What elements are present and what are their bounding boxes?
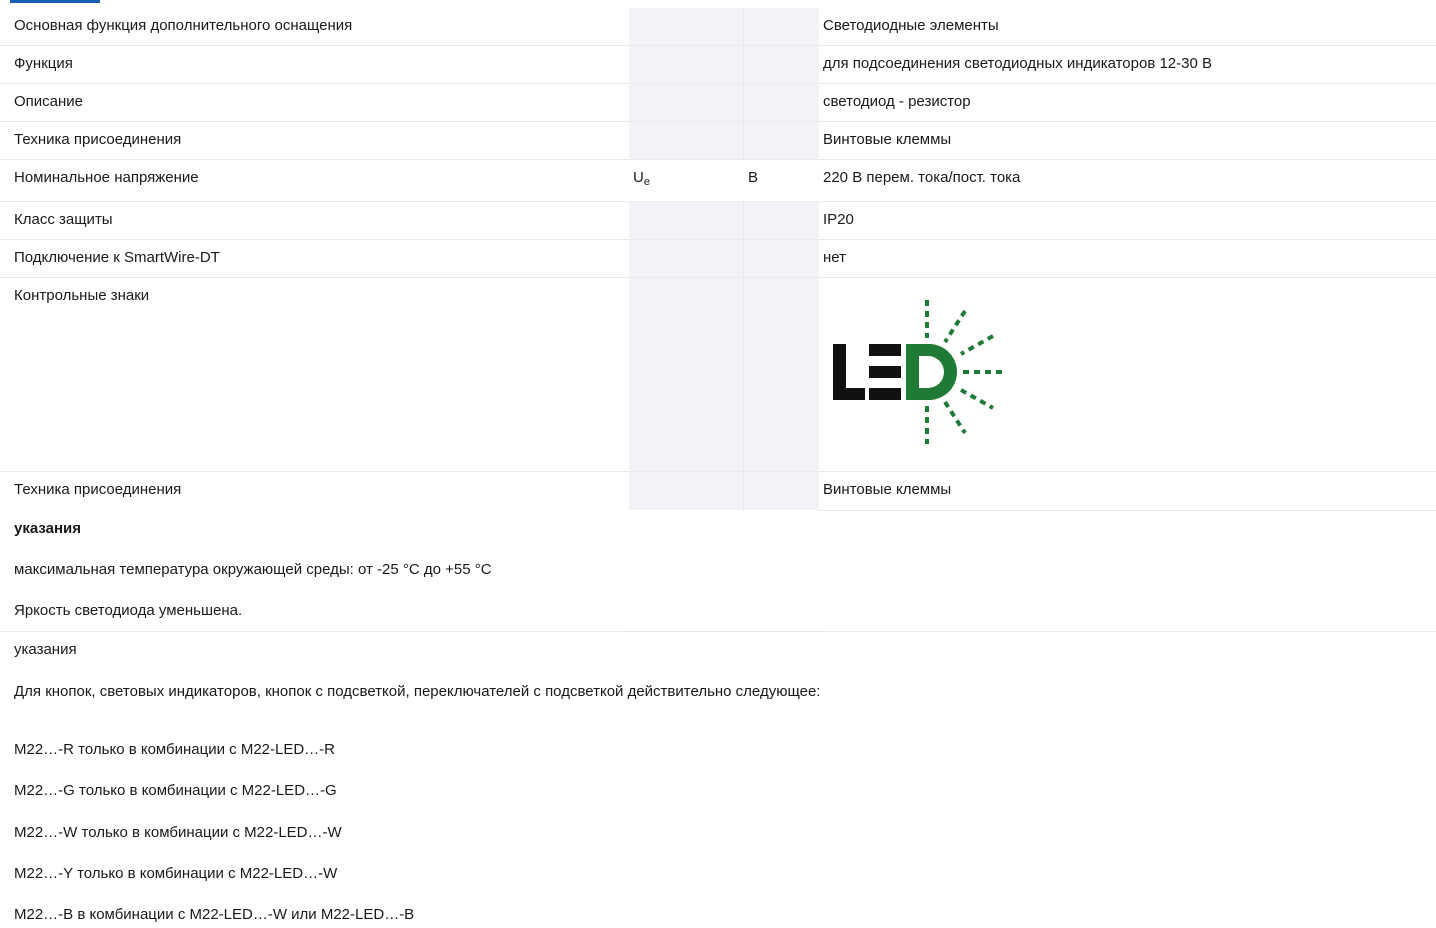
row-label: Номинальное напряжение bbox=[14, 169, 199, 186]
row-value: Светодиодные элементы bbox=[823, 17, 999, 34]
row-label: Класс защиты bbox=[14, 211, 113, 228]
spec-table: Основная функция дополнительного оснащен… bbox=[0, 8, 1436, 510]
row-label: Техника присоединения bbox=[14, 481, 182, 498]
table-row: Подключение к SmartWire-DT нет bbox=[0, 240, 1436, 278]
top-accent-bar bbox=[10, 0, 100, 3]
note-line: M22…-W только в комбинации с M22-LED…-W bbox=[14, 824, 342, 841]
row-symbol: Ue bbox=[633, 169, 650, 188]
row-value: Винтовые клеммы bbox=[823, 481, 952, 498]
note-line: Яркость светодиода уменьшена. bbox=[14, 602, 243, 619]
table-row: Класс защиты IP20 bbox=[0, 202, 1436, 240]
row-value: Винтовые клеммы bbox=[823, 131, 952, 148]
notes-title: указания bbox=[14, 641, 77, 658]
row-label: Функция bbox=[14, 55, 73, 72]
row-value: для подсоединения светодиодных индикатор… bbox=[823, 55, 1213, 72]
table-row: Техника присоединения Винтовые клеммы bbox=[0, 472, 1436, 510]
table-row: Техника присоединения Винтовые клеммы bbox=[0, 122, 1436, 160]
row-value: 220 В перем. тока/пост. тока bbox=[823, 169, 1021, 186]
table-row: Номинальное напряжение Ue В 220 В перем.… bbox=[0, 160, 1436, 202]
note-intro: Для кнопок, световых индикаторов, кнопок… bbox=[14, 683, 821, 700]
row-label: Контрольные знаки bbox=[14, 287, 150, 304]
row-unit: В bbox=[748, 169, 759, 186]
divider bbox=[0, 631, 629, 632]
note-line: максимальная температура окружающей сред… bbox=[14, 561, 492, 578]
note-line: M22…-R только в комбинации с M22-LED…-R bbox=[14, 741, 336, 758]
table-row: Основная функция дополнительного оснащен… bbox=[0, 8, 1436, 46]
note-line: M22…-B в комбинации с M22-LED…-W или M22… bbox=[14, 906, 415, 923]
divider bbox=[629, 631, 819, 632]
row-label: Описание bbox=[14, 93, 84, 110]
divider bbox=[819, 631, 1436, 632]
table-row: Описание светодиод - резистор bbox=[0, 84, 1436, 122]
note-line: M22…-G только в комбинации с M22-LED…-G bbox=[14, 782, 337, 799]
divider bbox=[819, 510, 1436, 511]
row-label: Основная функция дополнительного оснащен… bbox=[14, 17, 353, 34]
row-label: Техника присоединения bbox=[14, 131, 182, 148]
table-row: Функция для подсоединения светодиодных и… bbox=[0, 46, 1436, 84]
note-line: M22…-Y только в комбинации с M22-LED…-W bbox=[14, 865, 338, 882]
led-logo-icon bbox=[823, 278, 1009, 458]
notes-title: указания bbox=[14, 520, 82, 537]
row-value: светодиод - резистор bbox=[823, 93, 971, 110]
row-label: Подключение к SmartWire-DT bbox=[14, 249, 220, 266]
table-row: Контрольные знаки bbox=[0, 278, 1436, 472]
row-value: IP20 bbox=[823, 211, 854, 228]
row-value: нет bbox=[823, 249, 846, 266]
